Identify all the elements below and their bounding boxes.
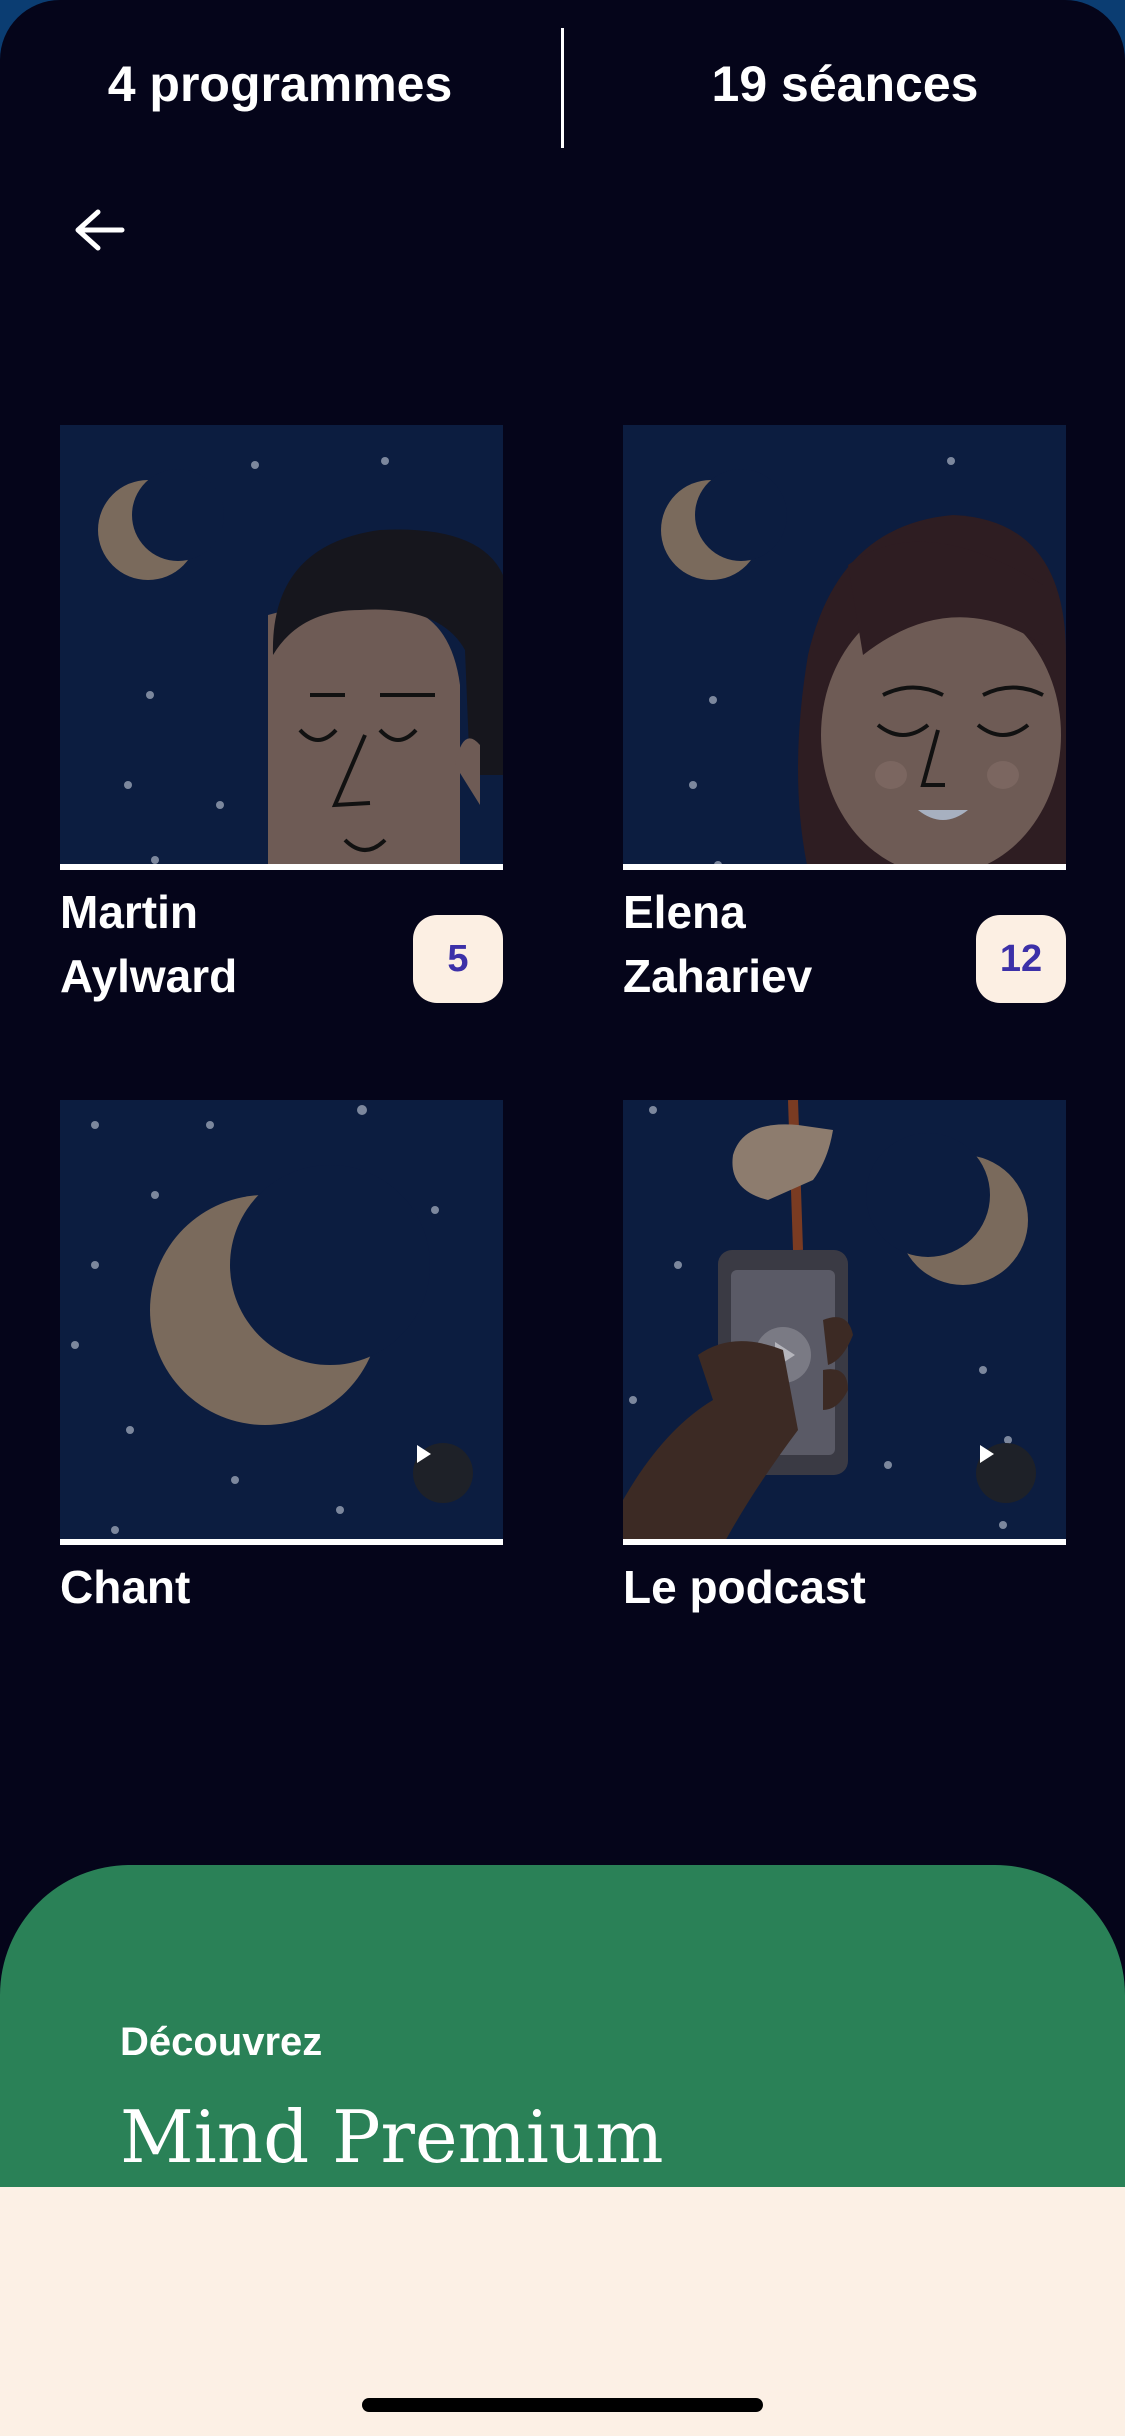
- card-title: Elena Zahariev: [623, 886, 813, 1002]
- program-card-martin-aylward[interactable]: Martin Aylward 5: [60, 425, 503, 1003]
- play-icon: [980, 1445, 994, 1463]
- stats-panel: 4 programmes 19 séances: [0, 0, 1125, 260]
- card-illustration: [623, 1100, 1066, 1545]
- play-icon: [417, 1445, 431, 1463]
- sessions-count: 19 séances: [711, 56, 979, 112]
- card-illustration: [60, 425, 503, 870]
- stats-bar: 4 programmes 19 séances: [0, 0, 1125, 260]
- premium-kicker: Découvrez: [120, 2020, 323, 2064]
- play-button[interactable]: [976, 1443, 1036, 1503]
- card-title: Le podcast: [623, 1561, 866, 1613]
- premium-banner[interactable]: Découvrez Mind Premium: [0, 1865, 1125, 2195]
- premium-title: Mind Premium: [120, 2095, 664, 2179]
- stats-divider: [561, 28, 564, 148]
- play-button[interactable]: [413, 1443, 473, 1503]
- sleeping-man-illustration: [60, 425, 503, 864]
- card-illustration: [60, 1100, 503, 1545]
- home-indicator[interactable]: [362, 2398, 763, 2412]
- arrow-left-icon: [75, 209, 125, 251]
- screen: 4 programmes 19 séances Martin Aylward 5…: [0, 0, 1125, 2436]
- session-count-badge: 5: [413, 915, 503, 1003]
- audio-card-le-podcast[interactable]: Le podcast: [623, 1100, 1066, 1613]
- program-card-elena-zahariev[interactable]: Elena Zahariev 12: [623, 425, 1066, 1003]
- programs-count: 4 programmes: [107, 56, 453, 112]
- audio-card-chant[interactable]: Chant: [60, 1100, 503, 1613]
- back-button[interactable]: [60, 195, 140, 265]
- card-title: Martin Aylward: [60, 886, 238, 1002]
- session-count-badge: 12: [976, 915, 1066, 1003]
- sleeping-woman-illustration: [623, 425, 1066, 864]
- card-illustration: [623, 425, 1066, 870]
- card-title: Chant: [60, 1561, 191, 1613]
